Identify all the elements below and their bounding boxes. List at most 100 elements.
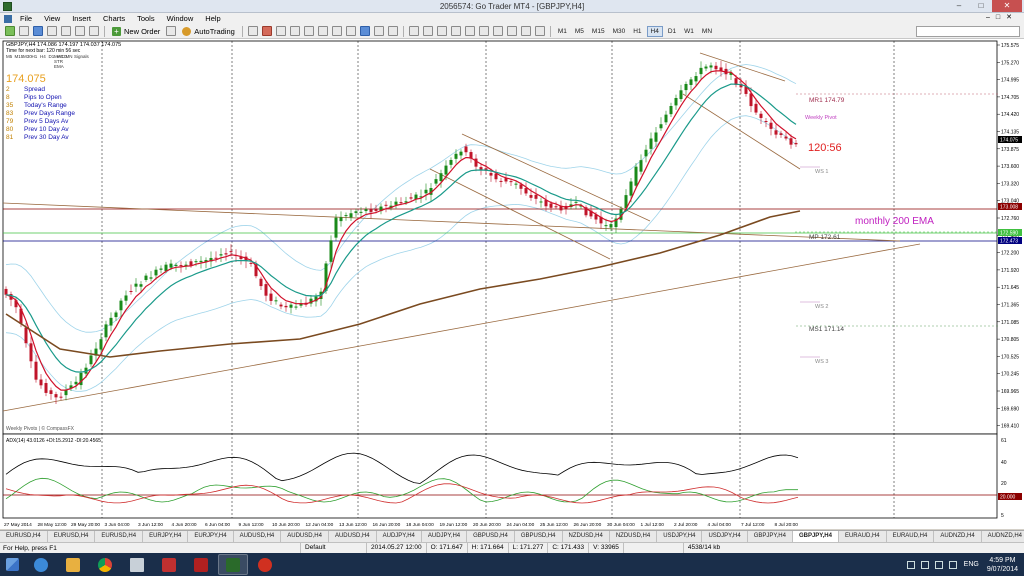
menu-tools[interactable]: Tools xyxy=(131,14,161,23)
language-indicator[interactable]: ENG xyxy=(964,561,979,568)
chart-tab[interactable]: NZDUSD,H4 xyxy=(563,531,610,542)
taskbar-app5[interactable] xyxy=(154,554,184,575)
timeframe-h1[interactable]: H1 xyxy=(630,27,644,36)
price-axis-label: 175.270 xyxy=(1001,60,1019,66)
chart-tab[interactable]: GBPJPY,H4 xyxy=(792,531,839,542)
maximize-button[interactable]: □ xyxy=(970,0,992,12)
zoom-out-icon[interactable] xyxy=(303,26,314,36)
timeframe-m15[interactable]: M15 xyxy=(589,27,608,36)
taskbar-ie[interactable] xyxy=(26,554,56,575)
chart-tab[interactable]: GBPJPY,H4 xyxy=(748,531,793,542)
chart-tab[interactable]: EURUSD,H4 xyxy=(48,531,96,542)
chart-tab[interactable]: GBPUSD,H4 xyxy=(515,531,563,542)
chart-tab[interactable]: USDJPY,H4 xyxy=(702,531,748,542)
taskbar-explorer[interactable] xyxy=(58,554,88,575)
chart-window[interactable]: 175.575 175.270 174.995 174.705 174.420 174.1… xyxy=(0,39,1024,529)
chart-tab[interactable]: EURUSD,H4 xyxy=(95,531,144,542)
chart-tab[interactable]: AUDNZD,H4 xyxy=(934,531,982,542)
chart-tab[interactable]: EURAUD,H4 xyxy=(887,531,935,542)
price-axis-label: 174.420 xyxy=(1001,112,1019,118)
chart-tab[interactable]: GBPUSD,H4 xyxy=(467,531,515,542)
tray-icon[interactable] xyxy=(906,560,915,569)
indicators-icon[interactable] xyxy=(359,26,370,36)
templates-icon[interactable] xyxy=(387,26,398,36)
chart-tab[interactable]: AUDUSD,H4 xyxy=(234,531,282,542)
label-icon[interactable] xyxy=(520,26,531,36)
candle-body xyxy=(714,65,718,70)
chart-tab[interactable]: AUDUSD,H4 xyxy=(329,531,377,542)
bar-chart-icon[interactable] xyxy=(247,26,258,36)
chart-tab[interactable]: EURUSD,H4 xyxy=(0,531,48,542)
taskbar-app8[interactable] xyxy=(250,554,280,575)
chart-tab[interactable]: AUDJPY,H4 xyxy=(422,531,468,542)
new-order-button[interactable]: + New Order xyxy=(108,25,164,37)
timeframe-m1[interactable]: M1 xyxy=(555,27,570,36)
paint-icon xyxy=(162,557,176,572)
taskbar-chrome[interactable] xyxy=(90,554,120,575)
volume-icon[interactable] xyxy=(948,560,957,569)
menu-view[interactable]: View xyxy=(38,14,66,23)
timeframe-mn[interactable]: MN xyxy=(699,27,715,36)
chart-tab[interactable]: EURAUD,H4 xyxy=(839,531,887,542)
periods-icon[interactable] xyxy=(373,26,384,36)
autotrading-button[interactable]: AutoTrading xyxy=(178,25,239,37)
window-title: 2056574: Go Trader MT4 - [GBPJPY,H4] xyxy=(439,2,585,11)
candlestick-icon[interactable] xyxy=(261,26,272,36)
price-chart[interactable]: 175.575 175.270 174.995 174.705 174.420 174.1… xyxy=(0,39,1024,529)
chart-tab[interactable]: AUDNZD,H4 xyxy=(982,531,1024,542)
status-high: H: 171.664 xyxy=(466,543,508,553)
market-watch-icon[interactable] xyxy=(33,26,43,36)
crosshair-icon[interactable] xyxy=(422,26,433,36)
timeframe-w1[interactable]: W1 xyxy=(681,27,697,36)
candle-body xyxy=(64,390,68,396)
menu-charts[interactable]: Charts xyxy=(97,14,131,23)
timeframe-d1[interactable]: D1 xyxy=(665,27,679,36)
chart-tab[interactable]: AUDUSD,H4 xyxy=(281,531,329,542)
chart-tab[interactable]: USDJPY,H4 xyxy=(657,531,703,542)
terminal-icon[interactable] xyxy=(75,26,85,36)
tray-icon[interactable] xyxy=(920,560,929,569)
close-button[interactable]: ✕ xyxy=(992,0,1022,12)
profiles-icon[interactable] xyxy=(19,26,29,36)
horizontal-line-icon[interactable] xyxy=(450,26,461,36)
timeframe-m30[interactable]: M30 xyxy=(610,27,629,36)
cursor-icon[interactable] xyxy=(408,26,419,36)
channel-icon[interactable] xyxy=(478,26,489,36)
minimize-button[interactable]: – xyxy=(948,0,970,12)
arrows-icon[interactable] xyxy=(534,26,545,36)
chart-tab[interactable]: AUDJPY,H4 xyxy=(377,531,422,542)
menu-insert[interactable]: Insert xyxy=(66,14,97,23)
navigator-icon[interactable] xyxy=(61,26,71,36)
metaeditor-icon[interactable] xyxy=(166,26,177,36)
new-chart-icon[interactable] xyxy=(5,26,15,36)
taskbar-mt4[interactable] xyxy=(218,554,248,575)
network-icon[interactable] xyxy=(934,560,943,569)
fibonacci-icon[interactable] xyxy=(492,26,503,36)
timeframe-h4[interactable]: H4 xyxy=(646,25,663,37)
mdi-controls[interactable]: –□✕ xyxy=(986,13,1018,21)
data-window-icon[interactable] xyxy=(47,26,57,36)
strategy-tester-icon[interactable] xyxy=(89,26,99,36)
taskbar-app4[interactable] xyxy=(122,554,152,575)
tile-windows-icon[interactable] xyxy=(317,26,328,36)
search-input[interactable] xyxy=(916,26,1020,37)
chart-shift-icon[interactable] xyxy=(331,26,342,36)
trendline-icon[interactable] xyxy=(464,26,475,36)
menu-file[interactable]: File xyxy=(14,14,38,23)
chart-tab[interactable]: EURJPY,H4 xyxy=(143,531,189,542)
chart-tab[interactable]: EURJPY,H4 xyxy=(188,531,234,542)
chart-tab[interactable]: NZDUSD,H4 xyxy=(610,531,658,542)
clock[interactable]: 4:59 PM 9/07/2014 xyxy=(987,556,1018,574)
menu-help[interactable]: Help xyxy=(199,14,226,23)
menu-window[interactable]: Window xyxy=(161,14,200,23)
text-icon[interactable] xyxy=(506,26,517,36)
taskbar-app6[interactable] xyxy=(186,554,216,575)
line-chart-icon[interactable] xyxy=(275,26,286,36)
vertical-line-icon[interactable] xyxy=(436,26,447,36)
candle-body xyxy=(639,160,643,172)
start-button[interactable] xyxy=(0,553,24,576)
timeframe-m5[interactable]: M5 xyxy=(572,27,587,36)
status-profile[interactable]: Default xyxy=(300,543,366,553)
zoom-in-icon[interactable] xyxy=(289,26,300,36)
autoscroll-icon[interactable] xyxy=(345,26,356,36)
